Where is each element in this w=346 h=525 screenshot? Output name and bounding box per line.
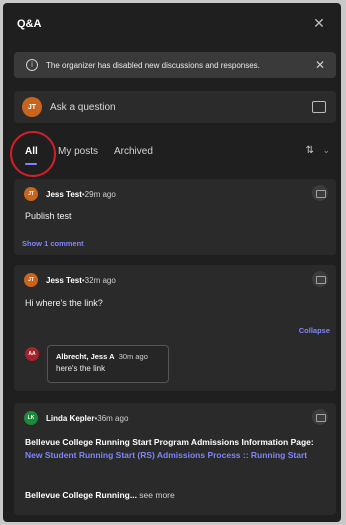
post-text: Hi where's the link? [25, 298, 103, 308]
tab-archived[interactable]: Archived [114, 146, 153, 157]
tab-my-posts[interactable]: My posts [58, 146, 98, 157]
post-meta: JT Jess Test •29m ago [24, 187, 116, 201]
reply-icon[interactable] [312, 271, 328, 287]
post-meta: JT Jess Test •32m ago [24, 273, 116, 287]
show-comments-link[interactable]: Show 1 comment [22, 239, 84, 248]
see-more-link[interactable]: see more [137, 490, 174, 500]
avatar: LK [24, 411, 38, 425]
question-card: LK Linda Kepler •36m ago Bellevue Colleg… [14, 403, 336, 515]
author-name: Jess Test [46, 189, 82, 199]
truncated-line: Bellevue College Running... see more [25, 490, 175, 500]
qa-panel: Q&A ✕ i The organizer has disabled new d… [3, 3, 341, 522]
post-time: •29m ago [81, 189, 116, 199]
sort-icon[interactable]: ⇅ [306, 145, 314, 156]
ask-question-bar[interactable]: JT Ask a question [14, 91, 336, 123]
panel-header: Q&A ✕ [3, 3, 341, 47]
post-question-icon[interactable] [312, 101, 326, 113]
post-text: Publish test [25, 211, 72, 221]
post-time: •32m ago [81, 275, 116, 285]
panel-title: Q&A [17, 18, 42, 30]
red-annotation-circle [10, 131, 56, 177]
filter-tabs: All My posts Archived ⇅ ⌄ [14, 139, 336, 167]
banner-text: The organizer has disabled new discussio… [46, 60, 260, 70]
close-icon[interactable]: ✕ [309, 13, 329, 33]
reply-icon[interactable] [312, 185, 328, 201]
avatar: JT [24, 273, 38, 287]
reply-icon[interactable] [312, 409, 328, 425]
avatar: JT [22, 97, 42, 117]
post-meta: LK Linda Kepler •36m ago [24, 411, 128, 425]
post-rich-text: Bellevue College Running Start Program A… [25, 436, 325, 462]
dismiss-banner-icon[interactable]: ✕ [312, 58, 328, 72]
post-text: Bellevue College Running Start Program A… [25, 437, 314, 447]
ask-question-input[interactable]: Ask a question [50, 102, 312, 113]
disabled-notice-banner: i The organizer has disabled new discuss… [14, 52, 336, 78]
admissions-link[interactable]: New Student Running Start (RS) Admission… [25, 450, 307, 460]
avatar: JT [24, 187, 38, 201]
avatar: AA [25, 347, 39, 361]
author-name: Jess Test [46, 275, 82, 285]
info-icon: i [26, 59, 38, 71]
post-time: •36m ago [94, 413, 129, 423]
question-card: JT Jess Test •29m ago Publish test Show … [14, 179, 336, 255]
post-text-truncated: Bellevue College Running... [25, 490, 137, 500]
reply-author: Albrecht, Jess A [56, 352, 115, 361]
reply-bubble: Albrecht, Jess A 30m ago here's the link [47, 345, 169, 383]
collapse-link[interactable]: Collapse [299, 326, 330, 335]
reply-time: 30m ago [118, 352, 148, 361]
chevron-down-icon[interactable]: ⌄ [322, 145, 330, 156]
author-name: Linda Kepler [46, 413, 95, 423]
reply-item: AA Albrecht, Jess A 30m ago here's the l… [25, 345, 169, 383]
reply-text: here's the link [56, 364, 106, 373]
question-card: JT Jess Test •32m ago Hi where's the lin… [14, 265, 336, 391]
